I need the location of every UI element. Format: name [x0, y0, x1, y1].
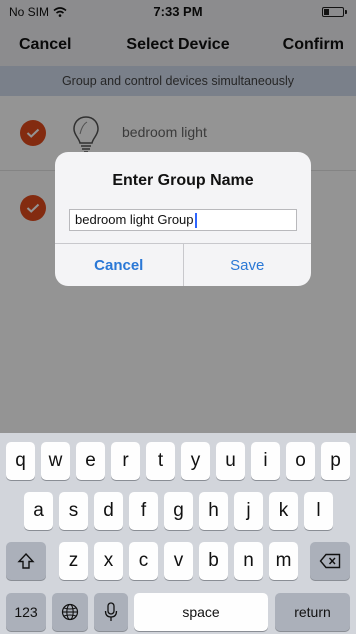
key-q[interactable]: q — [6, 442, 35, 480]
key-h[interactable]: h — [199, 492, 228, 530]
key-g[interactable]: g — [164, 492, 193, 530]
group-name-dialog: Enter Group Name bedroom light Group Can… — [55, 152, 311, 286]
keyboard: q w e r t y u i o p a s d f g h j k l z … — [0, 433, 356, 634]
group-name-value: bedroom light Group — [75, 212, 194, 227]
key-r[interactable]: r — [111, 442, 140, 480]
numbers-key[interactable]: 123 — [6, 593, 46, 631]
key-e[interactable]: e — [76, 442, 105, 480]
key-w[interactable]: w — [41, 442, 70, 480]
dialog-save-button[interactable]: Save — [184, 244, 312, 286]
return-key[interactable]: return — [275, 593, 350, 631]
key-n[interactable]: n — [234, 542, 263, 580]
key-a[interactable]: a — [24, 492, 53, 530]
shift-key[interactable] — [6, 542, 46, 580]
key-z[interactable]: z — [59, 542, 88, 580]
key-c[interactable]: c — [129, 542, 158, 580]
key-v[interactable]: v — [164, 542, 193, 580]
shift-icon — [17, 552, 35, 569]
key-p[interactable]: p — [321, 442, 350, 480]
group-name-input[interactable]: bedroom light Group — [69, 209, 297, 231]
space-key[interactable]: space — [134, 593, 268, 631]
globe-icon — [61, 603, 79, 621]
dialog-actions: Cancel Save — [55, 243, 311, 286]
globe-key[interactable] — [52, 593, 88, 631]
dialog-title: Enter Group Name — [112, 172, 254, 189]
microphone-icon — [104, 602, 118, 621]
key-t[interactable]: t — [146, 442, 175, 480]
key-j[interactable]: j — [234, 492, 263, 530]
key-l[interactable]: l — [304, 492, 333, 530]
key-k[interactable]: k — [269, 492, 298, 530]
dictation-key[interactable] — [94, 593, 128, 631]
key-f[interactable]: f — [129, 492, 158, 530]
backspace-icon — [319, 553, 341, 569]
backspace-key[interactable] — [310, 542, 350, 580]
key-d[interactable]: d — [94, 492, 123, 530]
key-b[interactable]: b — [199, 542, 228, 580]
dialog-cancel-button[interactable]: Cancel — [55, 244, 184, 286]
key-m[interactable]: m — [269, 542, 298, 580]
key-i[interactable]: i — [251, 442, 280, 480]
key-y[interactable]: y — [181, 442, 210, 480]
key-x[interactable]: x — [94, 542, 123, 580]
key-s[interactable]: s — [59, 492, 88, 530]
text-caret — [194, 213, 197, 229]
key-o[interactable]: o — [286, 442, 315, 480]
key-u[interactable]: u — [216, 442, 245, 480]
